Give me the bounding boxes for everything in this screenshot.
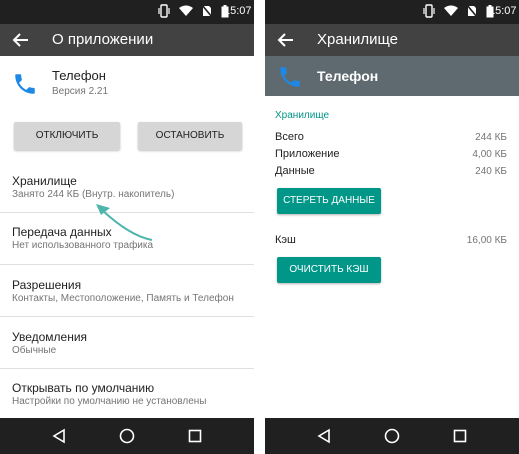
storage-content: Хранилище Всего 244 КБ Приложение 4,00 К… <box>265 96 519 418</box>
navigation-bar <box>265 418 519 454</box>
nav-back-icon[interactable] <box>315 427 333 445</box>
wifi-icon <box>444 5 458 16</box>
list-item-permissions[interactable]: Разрешения Контакты, Местоположение, Пам… <box>0 265 254 317</box>
disable-button[interactable]: ОТКЛЮЧИТЬ <box>14 122 120 150</box>
page-title: О приложении <box>52 31 154 48</box>
cache-value: 16,00 КБ <box>466 235 507 246</box>
app-header: Телефон Версия 2.21 <box>0 56 254 112</box>
status-bar: 15:07 <box>265 0 519 24</box>
storage-app-value: 4,00 КБ <box>472 149 507 160</box>
storage-data-value: 240 КБ <box>475 166 507 177</box>
phone-icon <box>280 67 300 87</box>
vibrate-icon <box>423 4 435 18</box>
app-name: Телефон <box>52 68 106 83</box>
status-time: 15:07 <box>489 5 517 17</box>
page-title: Хранилище <box>317 31 398 48</box>
status-bar: 15:07 <box>0 0 254 24</box>
storage-data-label: Данные <box>275 165 315 177</box>
list-item-title: Разрешения <box>12 278 82 292</box>
back-arrow-icon[interactable] <box>12 31 30 49</box>
app-header-bar: Телефон <box>265 56 519 96</box>
section-title: Хранилище <box>275 110 329 121</box>
nav-home-icon[interactable] <box>383 427 401 445</box>
no-sim-icon <box>202 5 212 17</box>
storage-total-label: Всего <box>275 131 304 143</box>
clear-cache-button[interactable]: ОЧИСТИТЬ КЭШ <box>277 257 381 283</box>
app-bar: Хранилище <box>265 24 519 56</box>
nav-home-icon[interactable] <box>118 427 136 445</box>
list-item-open-by-default[interactable]: Открывать по умолчанию Настройки по умол… <box>0 369 254 418</box>
clear-data-button[interactable]: СТЕРЕТЬ ДАННЫЕ <box>277 188 381 214</box>
phone-icon <box>15 74 35 94</box>
list-item-title: Уведомления <box>12 330 88 344</box>
list-item-subtitle: Настройки по умолчанию не установлены <box>12 396 207 407</box>
list-item-title: Хранилище <box>12 174 77 188</box>
list-item-subtitle: Контакты, Местоположение, Память и Телеф… <box>12 293 234 304</box>
app-name: Телефон <box>317 68 379 84</box>
no-sim-icon <box>467 5 477 17</box>
annotation-arrow <box>96 204 153 241</box>
navigation-bar <box>0 418 254 454</box>
list-item-notifications[interactable]: Уведомления Обычные <box>0 317 254 369</box>
list-item-title: Открывать по умолчанию <box>12 381 155 395</box>
phone-screen-storage: 15:07 Хранилище Телефон Хранилище Всего … <box>265 0 519 454</box>
cache-label: Кэш <box>275 234 296 246</box>
back-arrow-icon[interactable] <box>277 31 295 49</box>
list-item-subtitle: Обычные <box>12 345 57 356</box>
nav-recents-icon[interactable] <box>451 427 469 445</box>
stop-button[interactable]: ОСТАНОВИТЬ <box>138 122 242 150</box>
app-version: Версия 2.21 <box>52 86 109 97</box>
app-info-content: Телефон Версия 2.21 ОТКЛЮЧИТЬ ОСТАНОВИТЬ… <box>0 56 254 418</box>
wifi-icon <box>179 5 193 16</box>
nav-recents-icon[interactable] <box>186 427 204 445</box>
nav-back-icon[interactable] <box>50 427 68 445</box>
vibrate-icon <box>158 4 170 18</box>
app-bar: О приложении <box>0 24 254 56</box>
storage-total-value: 244 КБ <box>475 132 507 143</box>
phone-screen-app-info: 15:07 О приложении Телефон Версия 2.21 О… <box>0 0 254 454</box>
storage-app-label: Приложение <box>275 148 340 160</box>
status-time: 15:07 <box>224 5 252 17</box>
